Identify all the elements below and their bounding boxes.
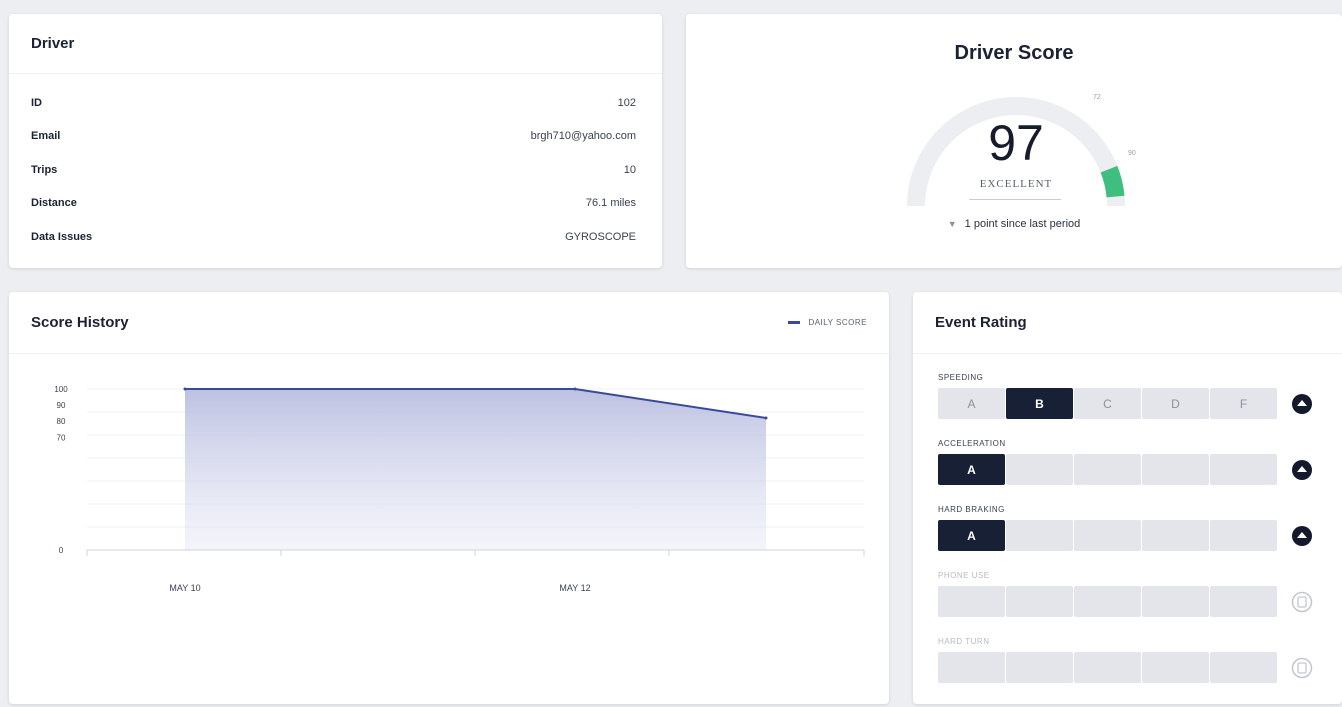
grade-cell[interactable] [1142, 520, 1209, 551]
driver-id-label: ID [31, 96, 42, 109]
grade-cell[interactable]: A [938, 454, 1005, 485]
driver-card-title: Driver [31, 35, 75, 52]
event-label: PHONE USE [938, 571, 990, 580]
driver-card: Driver ID 102 Email brgh710@yahoo.com Tr… [9, 14, 662, 268]
driver-distance-value: 76.1 miles [585, 197, 636, 210]
score-history-chart[interactable]: 100 90 80 70 0 MAY 10 MAY 12 [9, 354, 889, 704]
gauge-tick-72: 72 [1093, 94, 1101, 101]
event-rating-list: SPEEDING A B C D F ACCELERATION A HARD BRAKING A P… [938, 372, 1314, 702]
event-hard-braking: HARD BRAKING A [938, 504, 1314, 570]
acceleration-icon [1290, 458, 1314, 482]
driver-info-row-id: ID 102 [31, 86, 636, 120]
driver-score-grade: EXCELLENT [979, 178, 1053, 190]
legend-swatch [788, 321, 801, 324]
grade-cell[interactable] [1074, 454, 1141, 485]
grade-cell[interactable] [1006, 454, 1073, 485]
series-area-daily-score [185, 389, 766, 550]
y-tick-label: 90 [57, 401, 66, 410]
grade-cell[interactable] [1142, 586, 1209, 617]
y-tick-label: 70 [57, 433, 66, 442]
chart-legend[interactable]: DAILY SCORE [788, 318, 867, 327]
grade-cell[interactable] [1074, 652, 1141, 683]
speeding-icon [1290, 392, 1314, 416]
driver-distance-label: Distance [31, 197, 77, 210]
grade-cell[interactable] [1210, 652, 1277, 683]
driver-info-list: ID 102 Email brgh710@yahoo.com Trips 10 … [9, 74, 662, 254]
driver-data-issues-label: Data Issues [31, 230, 93, 243]
down-arrow-icon: ▼ [947, 219, 957, 229]
driver-id-value: 102 [617, 96, 636, 109]
grade-cell[interactable] [938, 652, 1005, 683]
grade-cell[interactable] [1006, 520, 1073, 551]
chart-area-layer [183, 387, 768, 550]
driver-data-issues-value: GYROSCOPE [565, 230, 636, 243]
event-label: ACCELERATION [938, 439, 1006, 448]
grade-cell[interactable] [1006, 652, 1073, 683]
x-tick-label: MAY 12 [559, 583, 590, 593]
driver-info-row-trips: Trips 10 [31, 153, 636, 187]
event-rating-card: Event Rating SPEEDING A B C D F ACCELERATION A H… [913, 292, 1342, 704]
grade-cell[interactable]: C [1074, 388, 1141, 419]
driver-email-label: Email [31, 130, 61, 143]
score-change: ▼ 1 point since last period [686, 218, 1342, 230]
grade-cell[interactable] [1210, 520, 1277, 551]
event-label: HARD BRAKING [938, 505, 1005, 514]
legend-label: DAILY SCORE [808, 318, 867, 327]
grade-cell[interactable]: D [1142, 388, 1209, 419]
grade-cell[interactable] [1210, 586, 1277, 617]
driver-card-header: Driver [9, 14, 662, 74]
grade-row: ABCDF [938, 388, 1314, 419]
event-phone-use: PHONE USE [938, 570, 1314, 636]
y-tick-label: 80 [57, 417, 66, 426]
y-tick-label: 0 [59, 546, 64, 555]
hard-braking-icon [1290, 524, 1314, 548]
driver-email-value: brgh710@yahoo.com [530, 130, 636, 143]
driver-info-row-distance: Distance 76.1 miles [31, 187, 636, 221]
event-label: HARD TURN [938, 637, 990, 646]
phone-use-icon [1290, 590, 1314, 614]
driver-info-row-data-issues: Data Issues GYROSCOPE [31, 220, 636, 254]
event-rating-header: Event Rating [913, 292, 1342, 354]
grade-cell[interactable] [1006, 586, 1073, 617]
data-point-1 [573, 387, 577, 391]
data-point-2 [764, 416, 768, 420]
driver-trips-value: 10 [623, 163, 636, 176]
event-rating-title: Event Rating [935, 314, 1027, 331]
grade-cell[interactable] [938, 586, 1005, 617]
grade-cell[interactable] [1142, 652, 1209, 683]
score-change-text: 1 point since last period [964, 218, 1081, 230]
grade-row [938, 652, 1314, 683]
event-hard-turn: HARD TURN [938, 636, 1314, 702]
hard-turn-icon [1290, 656, 1314, 680]
grade-cell[interactable]: A [938, 520, 1005, 551]
grade-cell[interactable] [1142, 454, 1209, 485]
grade-cell[interactable] [1074, 520, 1141, 551]
y-tick-label: 100 [54, 385, 68, 394]
grade-cell[interactable]: A [938, 388, 1005, 419]
grade-row: A [938, 520, 1314, 551]
driver-info-row-email: Email brgh710@yahoo.com [31, 120, 636, 154]
data-point-0 [183, 387, 187, 391]
grade-cell[interactable]: B [1006, 388, 1073, 419]
grade-cell[interactable]: F [1210, 388, 1277, 419]
driver-score-card: Driver Score 72 90 97 EXCELLENT ▼ 1 point… [686, 14, 1342, 268]
gauge-fill [1100, 165, 1125, 198]
driver-score-value: 97 [988, 115, 1044, 171]
gauge-tick-90: 90 [1128, 150, 1136, 157]
driver-trips-label: Trips [31, 163, 58, 176]
score-grade-divider [969, 199, 1061, 200]
event-acceleration: ACCELERATION A [938, 438, 1314, 504]
score-history-card: Score History DAILY SCORE 100 90 80 70 0 MAY … [9, 292, 889, 704]
x-tick-label: MAY 10 [169, 583, 200, 593]
grade-cell[interactable] [1074, 586, 1141, 617]
score-history-header: Score History DAILY SCORE [9, 292, 889, 354]
grade-row: A [938, 454, 1314, 485]
score-history-title: Score History [31, 314, 129, 331]
event-label: SPEEDING [938, 373, 984, 382]
event-speeding: SPEEDING A B C D F [938, 372, 1314, 438]
grade-row [938, 586, 1314, 617]
grade-cell[interactable] [1210, 454, 1277, 485]
